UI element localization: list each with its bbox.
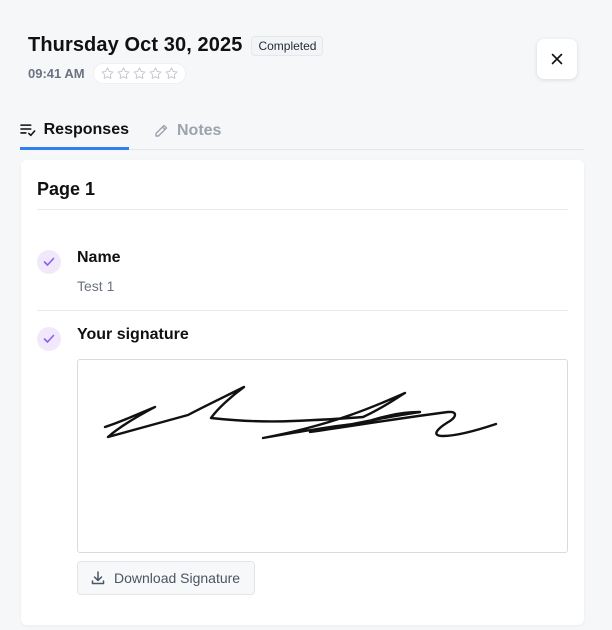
list-check-icon	[20, 123, 36, 136]
star-icon[interactable]	[132, 66, 147, 81]
tab-bar: Responses Notes	[20, 112, 584, 150]
check-icon	[37, 250, 61, 274]
divider	[37, 209, 568, 210]
download-signature-label: Download Signature	[114, 570, 241, 586]
tab-notes[interactable]: Notes	[153, 112, 221, 149]
close-button[interactable]	[537, 39, 577, 79]
check-icon	[37, 327, 61, 351]
question-label: Name	[77, 249, 121, 266]
status-badge: Completed	[251, 35, 324, 56]
tab-responses-label: Responses	[43, 120, 129, 138]
star-rating[interactable]	[92, 63, 186, 84]
star-icon[interactable]	[100, 66, 115, 81]
close-icon	[551, 53, 563, 65]
download-signature-button[interactable]: Download Signature	[77, 561, 255, 595]
star-icon[interactable]	[116, 66, 131, 81]
entry-header: Thursday Oct 30, 2025 Completed 09:41 AM	[28, 34, 612, 84]
signature-image	[77, 359, 568, 553]
divider	[37, 310, 568, 311]
answer-value: Test 1	[77, 278, 115, 294]
tab-notes-label: Notes	[177, 121, 222, 139]
page-title: Page 1	[37, 179, 96, 199]
pencil-icon	[155, 124, 168, 137]
tab-responses[interactable]: Responses	[20, 112, 129, 150]
entry-time: 09:41 AM	[28, 66, 85, 81]
star-icon[interactable]	[164, 66, 179, 81]
responses-card: Page 1 Name Test 1 Your signature Downlo…	[21, 160, 584, 625]
download-icon	[91, 571, 105, 585]
entry-date-title: Thursday Oct 30, 2025	[28, 34, 243, 56]
star-icon[interactable]	[148, 66, 163, 81]
question-label: Your signature	[77, 326, 189, 343]
